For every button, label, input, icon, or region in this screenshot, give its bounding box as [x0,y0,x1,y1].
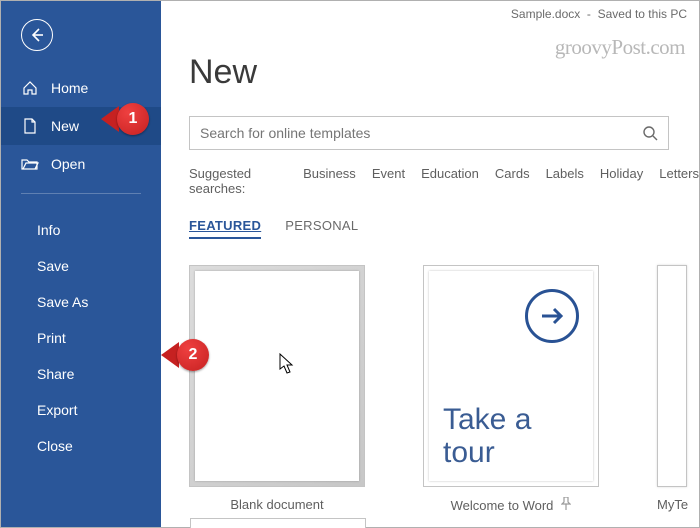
search-button[interactable] [632,117,668,149]
arrow-left-icon [29,27,45,43]
sidebar-item-new[interactable]: New [1,107,161,145]
suggested-link[interactable]: Labels [546,166,584,196]
main-panel: Sample.docx - Saved to this PC groovyPos… [161,1,699,527]
sidebar-item-share[interactable]: Share [1,356,161,392]
sidebar-item-label: Home [51,80,88,96]
template-welcome-to-word[interactable]: Take a tour Welcome to Word [423,265,599,514]
suggested-link[interactable]: Letters [659,166,699,196]
sidebar-item-home[interactable]: Home [1,69,161,107]
doc-name: Sample.docx [511,7,580,21]
backstage-sidebar: Home New Open Info Save Save As Print Sh… [1,1,161,527]
sidebar-item-label: Close [37,438,73,454]
template-row-peek [190,518,366,528]
blank-page-preview [195,271,359,481]
pin-icon[interactable] [561,497,571,514]
template-blank-document[interactable]: Blank document [189,265,365,514]
sidebar-item-label: New [51,118,79,134]
sidebar-item-print[interactable]: Print [1,320,161,356]
template-thumb [657,265,687,487]
sidebar-item-saveas[interactable]: Save As [1,284,161,320]
arrow-right-circle-icon [525,289,579,343]
nav-secondary: Info Save Save As Print Share Export Clo… [1,212,161,464]
tour-text: Take a tour [443,403,579,469]
save-status: Saved to this PC [598,7,687,21]
search-icon [642,125,658,141]
document-icon [21,117,39,135]
sidebar-separator [21,193,141,194]
suggested-link[interactable]: Event [372,166,405,196]
sidebar-item-close[interactable]: Close [1,428,161,464]
sidebar-item-label: Share [37,366,74,382]
template-grid: Blank document Take a tou [189,265,699,514]
tour-preview: Take a tour [429,271,593,481]
sidebar-item-label: Save As [37,294,88,310]
suggested-label: Suggested searches: [189,166,287,196]
nav-primary: Home New Open [1,69,161,183]
suggested-link[interactable]: Cards [495,166,530,196]
search-input[interactable] [190,125,632,141]
template-label: MyTe [657,497,688,512]
tab-personal[interactable]: PERSONAL [285,218,358,239]
sidebar-item-label: Info [37,222,60,238]
template-partial[interactable]: MyTe [657,265,687,514]
template-label: Blank document [230,497,323,512]
template-search[interactable] [189,116,669,150]
template-thumb [189,265,365,487]
word-backstage: Home New Open Info Save Save As Print Sh… [0,0,700,528]
sidebar-item-label: Export [37,402,77,418]
folder-open-icon [21,155,39,173]
suggested-link[interactable]: Education [421,166,479,196]
back-row [1,1,161,61]
template-label: Welcome to Word [451,498,554,513]
sidebar-item-label: Print [37,330,66,346]
suggested-link[interactable]: Business [303,166,356,196]
sidebar-item-save[interactable]: Save [1,248,161,284]
tab-featured[interactable]: FEATURED [189,218,261,239]
sidebar-item-info[interactable]: Info [1,212,161,248]
titlebar: Sample.docx - Saved to this PC [161,7,687,21]
sidebar-item-label: Save [37,258,69,274]
watermark-text: groovyPost.com [555,35,685,60]
template-tabs: FEATURED PERSONAL [189,218,699,239]
back-button[interactable] [21,19,53,51]
home-icon [21,79,39,97]
sidebar-item-open[interactable]: Open [1,145,161,183]
suggested-link[interactable]: Holiday [600,166,643,196]
sidebar-item-label: Open [51,156,85,172]
sidebar-item-export[interactable]: Export [1,392,161,428]
template-thumb: Take a tour [423,265,599,487]
suggested-searches: Suggested searches: Business Event Educa… [189,166,699,196]
